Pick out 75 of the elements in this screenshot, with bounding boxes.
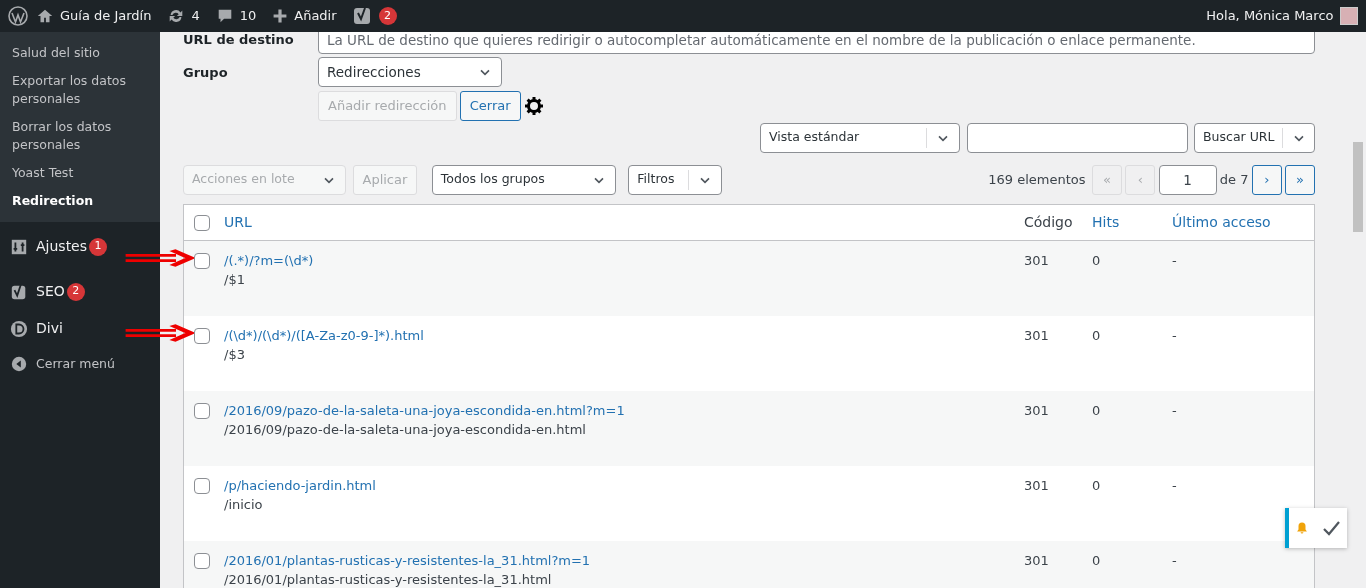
submenu-link[interactable]: Redirection: [0, 187, 160, 215]
notification-badge: 2: [66, 282, 85, 301]
column-sort-link[interactable]: Hits: [1092, 213, 1120, 230]
target-url: /2016/01/plantas-rusticas-y-resistentes-la_31.html: [224, 570, 553, 588]
table-cell: 0: [1092, 402, 1101, 418]
table-cell: 0: [1092, 552, 1101, 568]
menu-link[interactable]: SEO: [36, 281, 65, 302]
new-link[interactable]: Añadir: [294, 6, 337, 26]
greeting-link[interactable]: Hola, Mónica Marco: [1206, 6, 1334, 26]
table-cell: 0: [1092, 327, 1101, 343]
site-link[interactable]: Guía de Jardín: [60, 6, 152, 26]
row-checkbox[interactable]: [194, 327, 210, 344]
search-type-select[interactable]: Buscar URL: [1194, 122, 1315, 153]
plus-icon[interactable]: [272, 8, 289, 24]
table-cell: -: [1172, 327, 1177, 343]
source-url-link[interactable]: /(.*)/?m=(\d*): [224, 250, 1024, 270]
divi-logo-icon[interactable]: [10, 319, 28, 338]
url-input[interactable]: La URL de destino que quieres redirigir o autocompletar automáticamente en el nombre de la publicación o enlace permanente.: [318, 32, 1315, 54]
row-checkbox[interactable]: [194, 252, 210, 269]
table-cell: 301: [1024, 552, 1049, 568]
collapse-icon[interactable]: [10, 355, 28, 374]
column-header: Código: [1024, 213, 1073, 230]
group-select[interactable]: Redirecciones: [318, 57, 502, 88]
settings-icon[interactable]: [10, 237, 28, 256]
target-url: /$1: [224, 270, 246, 289]
table-cell: -: [1172, 402, 1177, 418]
target-url: /$3: [224, 345, 246, 364]
table-cell: 301: [1024, 402, 1049, 418]
scrollbar-thumb[interactable]: [1353, 142, 1363, 232]
source-url-link[interactable]: /p/haciendo-jardin.html: [224, 475, 1024, 495]
target-url: /inicio: [224, 495, 264, 514]
table-cell: 0: [1092, 252, 1101, 268]
field-label: URL de destino: [183, 32, 295, 50]
column-sort-link[interactable]: Último acceso: [1172, 213, 1271, 230]
updates-count[interactable]: 4: [191, 6, 200, 26]
notification-badge: 2: [378, 7, 397, 25]
select-all-checkbox[interactable]: [194, 215, 210, 231]
row-checkbox[interactable]: [194, 402, 210, 419]
submenu-link[interactable]: Exportar los datos personales: [0, 67, 160, 113]
close-button[interactable]: Cerrar: [459, 90, 521, 121]
row-checkbox[interactable]: [194, 552, 210, 569]
item-count: 169 elementos: [988, 170, 1086, 189]
source-url-link[interactable]: /2016/09/pazo-de-la-saleta-una-joya-escondida-en.html?m=1: [224, 400, 1024, 420]
table-cell: 301: [1024, 477, 1049, 493]
submenu-link[interactable]: Salud del sitio: [0, 39, 160, 67]
submenu-link[interactable]: Yoast Test: [0, 159, 160, 187]
page-input[interactable]: 1: [1158, 164, 1217, 195]
filters-select[interactable]: Filtros: [628, 164, 723, 195]
table-cell: 0: [1092, 477, 1101, 493]
submenu-link[interactable]: Borrar los datos personales: [0, 113, 160, 159]
table-cell: -: [1172, 252, 1177, 268]
column-sort-link[interactable]: URL: [224, 213, 252, 230]
view-select[interactable]: Vista estándar: [760, 122, 960, 153]
wordpress-logo-icon[interactable]: [8, 6, 28, 26]
search-input[interactable]: [966, 122, 1188, 153]
table-cell: 301: [1024, 252, 1049, 268]
group-filter-select[interactable]: Todos los grupos: [431, 164, 616, 195]
settings-icon[interactable]: [523, 95, 544, 116]
target-url: /2016/09/pazo-de-la-saleta-una-joya-escondida-en.html: [224, 420, 587, 439]
table-cell: -: [1172, 477, 1177, 493]
menu-link[interactable]: Ajustes: [36, 236, 88, 257]
notification-badge: 1: [89, 237, 108, 256]
field-label: Grupo: [183, 63, 229, 82]
page-total: de 7: [1219, 170, 1249, 189]
collapse-menu-link[interactable]: Cerrar menú: [36, 355, 115, 374]
source-url-link[interactable]: /2016/01/plantas-rusticas-y-resistentes-la_31.html?m=1: [224, 550, 1024, 570]
menu-link[interactable]: Divi: [36, 318, 63, 339]
home-icon[interactable]: [36, 7, 54, 25]
table-cell: 301: [1024, 327, 1049, 343]
pagination-button[interactable]: ›: [1251, 164, 1282, 195]
table-cell: -: [1172, 552, 1177, 568]
source-url-link[interactable]: /(\d*)/(\d*)/([A-Za-z0-9-]*).html: [224, 325, 1024, 345]
row-checkbox[interactable]: [194, 477, 210, 494]
comments-count[interactable]: 10: [239, 6, 257, 26]
pagination-button[interactable]: »: [1285, 164, 1315, 195]
